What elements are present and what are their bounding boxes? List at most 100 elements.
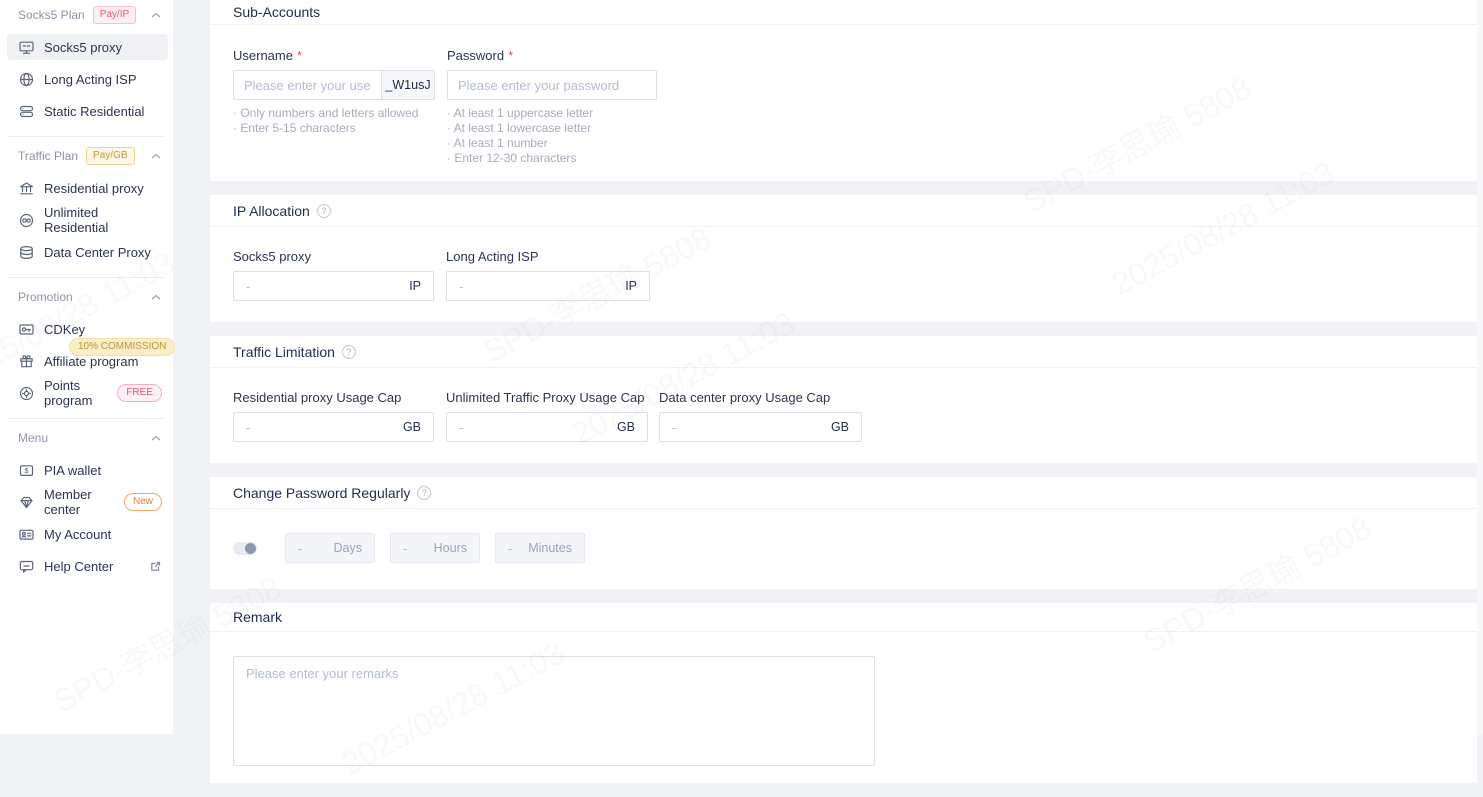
chevron-up-icon[interactable] [151, 294, 161, 301]
change-password-card: Change Password Regularly ? Days Hours M… [210, 477, 1477, 589]
username-label: Username [233, 48, 293, 63]
sidebar-item-static-residential[interactable]: Static Residential [7, 98, 168, 124]
sidebar-item-label: Residential proxy [44, 181, 144, 196]
socks5-ip-field-group: Socks5 proxy IP [233, 249, 434, 301]
password-input[interactable] [447, 70, 657, 100]
sidebar-item-label: Unlimited Residential [44, 205, 162, 235]
remark-title: Remark [233, 609, 282, 625]
field-label: Unlimited Traffic Proxy Usage Cap [446, 390, 644, 405]
sidebar-item-help-center[interactable]: Help Center [7, 553, 168, 579]
username-input[interactable] [233, 70, 382, 100]
hint: Only numbers and letters allowed [233, 106, 435, 121]
traffic-limitation-title-row: Traffic Limitation ? [210, 336, 1477, 368]
sidebar-item-pia-wallet[interactable]: $ PIA wallet [7, 457, 168, 483]
main-content: Sub-Accounts Username * _W1usJ Only numb… [210, 0, 1477, 797]
residential-cap-field-group: Residential proxy Usage Cap GB [233, 390, 434, 442]
group-title: Traffic Plan [18, 149, 78, 163]
sidebar-divider [8, 418, 165, 419]
remark-textarea[interactable] [233, 656, 875, 766]
bank-icon [18, 180, 35, 197]
change-password-title: Change Password Regularly [233, 485, 410, 501]
commission-badge: 10% COMMISSION [69, 338, 175, 356]
unlimited-cap-field-group: Unlimited Traffic Proxy Usage Cap GB [446, 390, 648, 442]
password-field-group: Password * At least 1 uppercase letter A… [447, 48, 657, 166]
sidebar-divider [8, 136, 165, 137]
isp-ip-field-group: Long Acting ISP IP [446, 249, 650, 301]
chevron-up-icon[interactable] [151, 153, 161, 160]
minutes-input[interactable] [508, 541, 520, 556]
sidebar-item-label: Data Center Proxy [44, 245, 151, 260]
datacenter-cap-input[interactable] [672, 420, 823, 435]
scrollbar-track[interactable] [1477, 0, 1483, 734]
sidebar-item-residential-proxy[interactable]: Residential proxy [7, 175, 168, 201]
traffic-limitation-title: Traffic Limitation [233, 344, 335, 360]
residential-cap-input[interactable] [246, 420, 395, 435]
sidebar-item-unlimited-residential[interactable]: Unlimited Residential [7, 207, 168, 233]
hint: At least 1 number [447, 136, 657, 151]
unlimited-cap-input[interactable] [459, 420, 609, 435]
minutes-unit-label: Minutes [528, 541, 572, 555]
sidebar: Socks5 Plan Pay/IP Socks5 proxy Long Act… [0, 0, 173, 734]
hint: Enter 12-30 characters [447, 151, 657, 166]
ip-allocation-card: IP Allocation ? Socks5 proxy IP Long Act… [210, 195, 1477, 322]
pay-gb-badge: Pay/GB [86, 147, 134, 165]
sidebar-item-member-center[interactable]: Member center New [7, 489, 168, 515]
isp-ip-input[interactable] [459, 279, 617, 294]
sidebar-group-traffic-plan[interactable]: Traffic Plan Pay/GB [0, 143, 173, 169]
help-icon[interactable]: ? [417, 486, 431, 500]
database-icon [18, 244, 35, 261]
help-icon[interactable]: ? [342, 345, 356, 359]
datacenter-cap-field-group: Data center proxy Usage Cap GB [659, 390, 862, 442]
gift-icon [18, 353, 35, 370]
sidebar-item-label: Member center [44, 487, 116, 517]
sidebar-item-label: Points program [44, 378, 109, 408]
toggle-knob [245, 543, 256, 554]
sidebar-item-data-center-proxy[interactable]: Data Center Proxy [7, 239, 168, 265]
sub-accounts-card: Sub-Accounts Username * _W1usJ Only numb… [210, 0, 1477, 181]
sidebar-item-label: Static Residential [44, 104, 144, 119]
sidebar-item-affiliate-program[interactable]: 10% COMMISSION Affiliate program [7, 348, 168, 374]
field-label: Data center proxy Usage Cap [659, 390, 830, 405]
username-hints: Only numbers and letters allowed Enter 5… [233, 106, 435, 136]
socks5-ip-input[interactable] [246, 279, 401, 294]
field-label: Socks5 proxy [233, 249, 311, 264]
new-badge: New [124, 493, 162, 511]
id-card-icon [18, 526, 35, 543]
sidebar-item-label: Socks5 proxy [44, 40, 122, 55]
hint: At least 1 uppercase letter [447, 106, 657, 121]
globe-icon [18, 71, 35, 88]
sidebar-item-socks5-proxy[interactable]: Socks5 proxy [7, 34, 168, 60]
sub-accounts-title: Sub-Accounts [233, 4, 320, 20]
group-title: Promotion [18, 290, 73, 304]
sidebar-item-label: PIA wallet [44, 463, 101, 478]
traffic-limitation-card: Traffic Limitation ? Residential proxy U… [210, 336, 1477, 463]
hint: At least 1 lowercase letter [447, 121, 657, 136]
change-password-toggle[interactable] [233, 542, 257, 555]
chevron-up-icon[interactable] [151, 12, 161, 19]
required-asterisk: * [508, 48, 513, 63]
days-input[interactable] [298, 541, 326, 556]
sidebar-item-label: Help Center [44, 559, 113, 574]
sidebar-group-promotion[interactable]: Promotion [0, 284, 173, 310]
group-title: Socks5 Plan [18, 8, 85, 22]
external-link-icon[interactable] [149, 560, 162, 573]
gb-unit-label: GB [831, 420, 849, 434]
chevron-up-icon[interactable] [151, 435, 161, 442]
password-hints: At least 1 uppercase letter At least 1 l… [447, 106, 657, 166]
help-icon[interactable]: ? [317, 204, 331, 218]
monitor-icon [18, 39, 35, 56]
sidebar-item-my-account[interactable]: My Account [7, 521, 168, 547]
remark-title-row: Remark [210, 603, 1477, 632]
hours-input[interactable] [403, 541, 426, 556]
page-title: Sub-Accounts [210, 0, 1477, 25]
sidebar-item-label: My Account [44, 527, 111, 542]
cdkey-icon [18, 321, 35, 338]
sidebar-group-menu[interactable]: Menu [0, 425, 173, 451]
sidebar-item-points-program[interactable]: Points program FREE [7, 380, 168, 406]
sidebar-group-socks5-plan[interactable]: Socks5 Plan Pay/IP [0, 2, 173, 28]
sidebar-item-long-acting-isp[interactable]: Long Acting ISP [7, 66, 168, 92]
change-password-title-row: Change Password Regularly ? [210, 477, 1477, 509]
sidebar-item-label: Long Acting ISP [44, 72, 137, 87]
chat-bubble-icon [18, 558, 35, 575]
required-asterisk: * [297, 48, 302, 63]
